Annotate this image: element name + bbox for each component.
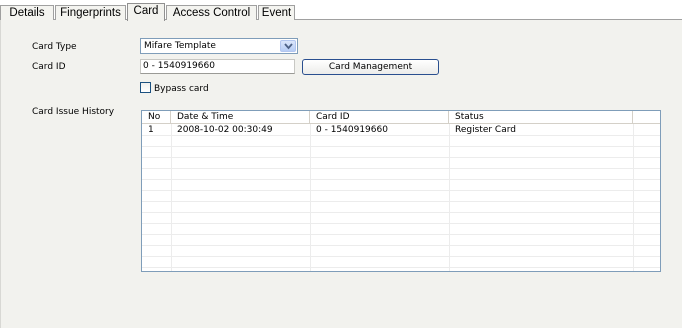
row-gridline [142,190,660,191]
tab-fingerprints[interactable]: Fingerprints [55,5,126,20]
row-gridline [142,135,660,136]
tab-access-control[interactable]: Access Control [166,5,257,20]
cell-date-time: 2008-10-02 00:30:49 [177,125,273,135]
row-gridline [142,157,660,158]
cell-no: 1 [148,125,154,135]
cell-card-id: 0 - 1540919660 [316,125,388,135]
card-issue-history-list[interactable]: No Date & Time Card ID Status 1 2008-10-… [141,110,661,272]
cell-status: Register Card [455,125,516,135]
tab-card[interactable]: Card [127,3,165,21]
row-gridline [142,223,660,224]
column-header-no[interactable]: No [142,111,171,124]
row-gridline [142,168,660,169]
row-gridline [142,234,660,235]
table-row[interactable]: 1 2008-10-02 00:30:49 0 - 1540919660 Reg… [142,125,660,135]
row-gridline [142,245,660,246]
row-gridline [142,201,660,202]
row-gridline [142,146,660,147]
row-gridline [142,267,660,268]
tab-event[interactable]: Event [258,5,295,20]
column-header-card-id[interactable]: Card ID [310,111,449,124]
card-id-label: Card ID [32,62,66,72]
card-issue-history-label: Card Issue History [32,107,115,117]
card-management-button[interactable]: Card Management [302,59,439,75]
card-id-field[interactable]: 0 - 1540919660 [140,59,295,74]
list-header: No Date & Time Card ID Status [142,111,660,124]
tab-details[interactable]: Details [0,5,54,20]
card-type-select[interactable]: Mifare Template [140,38,298,54]
bypass-card-checkbox[interactable] [140,82,151,93]
card-id-value: 0 - 1540919660 [143,61,215,71]
row-gridline [142,256,660,257]
card-type-label: Card Type [32,42,77,52]
row-gridline [142,179,660,180]
tab-strip: Details Fingerprints Card Access Control… [0,0,682,21]
bypass-card-label: Bypass card [154,84,209,94]
column-header-status[interactable]: Status [449,111,633,124]
column-header-date-time[interactable]: Date & Time [171,111,310,124]
chevron-down-icon[interactable] [280,40,296,52]
row-gridline [142,212,660,213]
card-type-value: Mifare Template [144,41,216,51]
